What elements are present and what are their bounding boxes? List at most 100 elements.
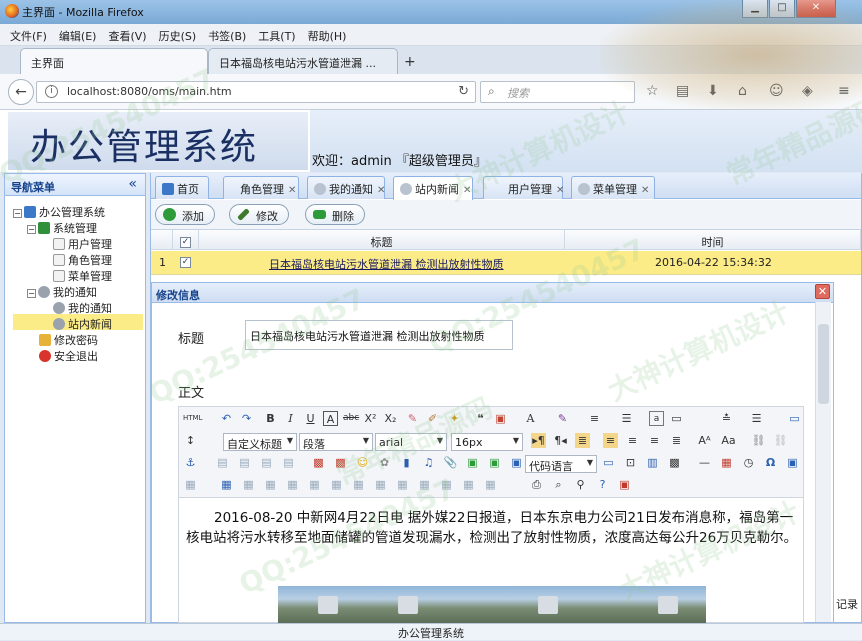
anchor-icon[interactable]: ⚓	[183, 455, 198, 470]
select-all-icon[interactable]: a	[649, 411, 664, 426]
format-painter-icon[interactable]: ✐	[425, 411, 440, 426]
edit-button[interactable]: 修改	[229, 204, 289, 225]
editor-content[interactable]: 2016-08-20 中新网4月22日电 据外媒22日报道，日本东京电力公司21…	[186, 508, 800, 548]
delete-button[interactable]: 删除	[305, 204, 365, 225]
collapse-node-icon[interactable]: −	[13, 209, 22, 218]
column-header-title[interactable]: 标题	[199, 230, 565, 250]
merge-down-icon[interactable]: ▦	[395, 477, 410, 492]
image-float-none-icon[interactable]: ▤	[215, 455, 230, 470]
table-row[interactable]: 1 ✓ 日本福岛核电站污水管道泄漏 检测出放射性物质 2016-04-22 15…	[151, 251, 861, 275]
library-icon[interactable]: ▤	[676, 83, 689, 99]
unordered-list-icon[interactable]: ☰	[619, 411, 634, 426]
menu-file[interactable]: 文件(F)	[0, 24, 53, 44]
close-tab-icon[interactable]: ✕	[377, 185, 385, 196]
row-spacing-icon[interactable]: ≛	[719, 411, 734, 426]
bookmark-star-icon[interactable]: ☆	[646, 83, 659, 99]
indent-icon[interactable]: ≣	[575, 433, 590, 448]
unlink-icon[interactable]: ⛓	[773, 433, 788, 448]
ordered-list-icon[interactable]: ≡	[587, 411, 602, 426]
align-center-icon[interactable]: ≡	[625, 433, 640, 448]
new-tab-icon[interactable]: +	[404, 54, 416, 70]
download-icon[interactable]: ⬇	[707, 83, 719, 99]
tab-roles[interactable]: 角色管理 ✕	[223, 176, 299, 199]
template-icon[interactable]: ⊡	[623, 455, 638, 470]
collapse-node-icon[interactable]: −	[27, 289, 36, 298]
underline-icon[interactable]: U	[303, 411, 318, 426]
site-info-icon[interactable]: i	[45, 85, 58, 98]
preview-doc-icon[interactable]: ⌕	[551, 477, 566, 492]
smiley-icon[interactable]: ☺	[769, 83, 784, 99]
row-title-link[interactable]: 日本福岛核电站污水管道泄漏 检测出放射性物质	[269, 256, 504, 272]
drafts-icon[interactable]: ▣	[617, 477, 632, 492]
insert-image-icon[interactable]: ▩	[311, 455, 326, 470]
help-icon[interactable]: ?	[595, 477, 610, 492]
collapse-node-icon[interactable]: −	[27, 225, 36, 234]
url-bar[interactable]: i localhost:8080/oms/main.htm ↻	[36, 81, 476, 103]
page-break-icon[interactable]: ▭	[601, 455, 616, 470]
add-button[interactable]: 添加	[155, 204, 215, 225]
multi-image-icon[interactable]: ▩	[333, 455, 348, 470]
merge-right-icon[interactable]: ▦	[373, 477, 388, 492]
special-chars-icon[interactable]: Ω	[763, 455, 778, 470]
minimize-button[interactable]: ▁	[742, 0, 768, 18]
paragraph-select[interactable]: 段落 ▼	[299, 433, 373, 451]
tab-users[interactable]: 用户管理 ✕	[483, 176, 564, 199]
column-header-time[interactable]: 时间	[565, 230, 861, 250]
menu-view[interactable]: 查看(V)	[102, 24, 152, 44]
back-icon[interactable]: ←	[8, 79, 34, 105]
font-border-icon[interactable]: A	[323, 411, 338, 426]
preview-icon[interactable]: ▭	[787, 411, 802, 426]
sidebar-item-users[interactable]: 用户管理	[53, 234, 112, 251]
browser-tab-news[interactable]: 日本福岛核电站污水管道泄漏 ...	[208, 48, 398, 74]
map-icon[interactable]: ▣	[465, 455, 480, 470]
close-tab-icon[interactable]: ✕	[556, 185, 564, 196]
dialog-scrollbar[interactable]	[815, 302, 831, 622]
font-color-icon[interactable]: A	[523, 411, 538, 426]
maximize-button[interactable]: □	[769, 0, 795, 18]
close-tab-icon[interactable]: ✕	[288, 185, 296, 196]
scrollbar-thumb[interactable]	[818, 324, 829, 404]
snapscreen-icon[interactable]: ▩	[667, 455, 682, 470]
line-height-icon[interactable]: ☰	[749, 411, 764, 426]
font-family-select[interactable]: arial ▼	[375, 433, 447, 451]
title-input[interactable]: 日本福岛核电站污水管道泄漏 检测出放射性物质	[245, 320, 513, 350]
sidebar-item-menus[interactable]: 菜单管理	[53, 266, 112, 283]
insert-col-icon[interactable]: ▦	[329, 477, 344, 492]
close-icon[interactable]: ✕	[815, 284, 830, 299]
time-icon[interactable]: ◷	[741, 455, 756, 470]
insert-table-icon[interactable]: ▦	[219, 477, 234, 492]
close-window-button[interactable]: ✕	[796, 0, 836, 18]
pocket-icon[interactable]: ◈	[802, 83, 813, 99]
insert-row-icon[interactable]: ▦	[285, 477, 300, 492]
align-right-icon[interactable]: ≡	[647, 433, 662, 448]
sidebar-item-my-notices[interactable]: 我的通知	[53, 298, 112, 315]
date-icon[interactable]: ▦	[719, 455, 734, 470]
background-icon[interactable]: ▥	[645, 455, 660, 470]
sidebar-item-change-password[interactable]: 修改密码	[39, 330, 98, 347]
merge-cells-icon[interactable]: ▦	[183, 477, 198, 492]
eraser-icon[interactable]: ✎	[405, 411, 420, 426]
ltr-icon[interactable]: ▸¶	[531, 433, 546, 448]
redo-icon[interactable]: ↷	[239, 411, 254, 426]
split-cells-icon[interactable]: ▦	[417, 477, 432, 492]
wordimage-icon[interactable]: ▣	[785, 455, 800, 470]
sidebar-item-news[interactable]: 站内新闻	[13, 314, 143, 331]
paste-text-icon[interactable]: ▣	[493, 411, 508, 426]
print-icon[interactable]: ⎙	[529, 477, 544, 492]
close-tab-icon[interactable]: ✕	[463, 185, 471, 196]
image-left-icon[interactable]: ▤	[237, 455, 252, 470]
attachment-icon[interactable]: 📎	[443, 455, 458, 470]
link-icon[interactable]: ⛓	[751, 433, 766, 448]
close-tab-icon[interactable]: ✕	[641, 185, 649, 196]
gmap-icon[interactable]: ▣	[487, 455, 502, 470]
tab-my-notices[interactable]: 我的通知 ✕	[307, 176, 385, 199]
delete-col-icon[interactable]: ▦	[351, 477, 366, 492]
image-center-icon[interactable]: ▤	[281, 455, 296, 470]
superscript-icon[interactable]: X²	[363, 411, 378, 426]
delete-table-icon[interactable]: ▦	[241, 477, 256, 492]
sidebar-item-logout[interactable]: 安全退出	[39, 346, 98, 363]
code-language-select[interactable]: 代码语言 ▼	[525, 455, 597, 473]
home-icon[interactable]: ⌂	[738, 83, 747, 99]
auto-format-icon[interactable]: ✦	[447, 411, 462, 426]
tree-root[interactable]: − 办公管理系统	[13, 202, 105, 219]
